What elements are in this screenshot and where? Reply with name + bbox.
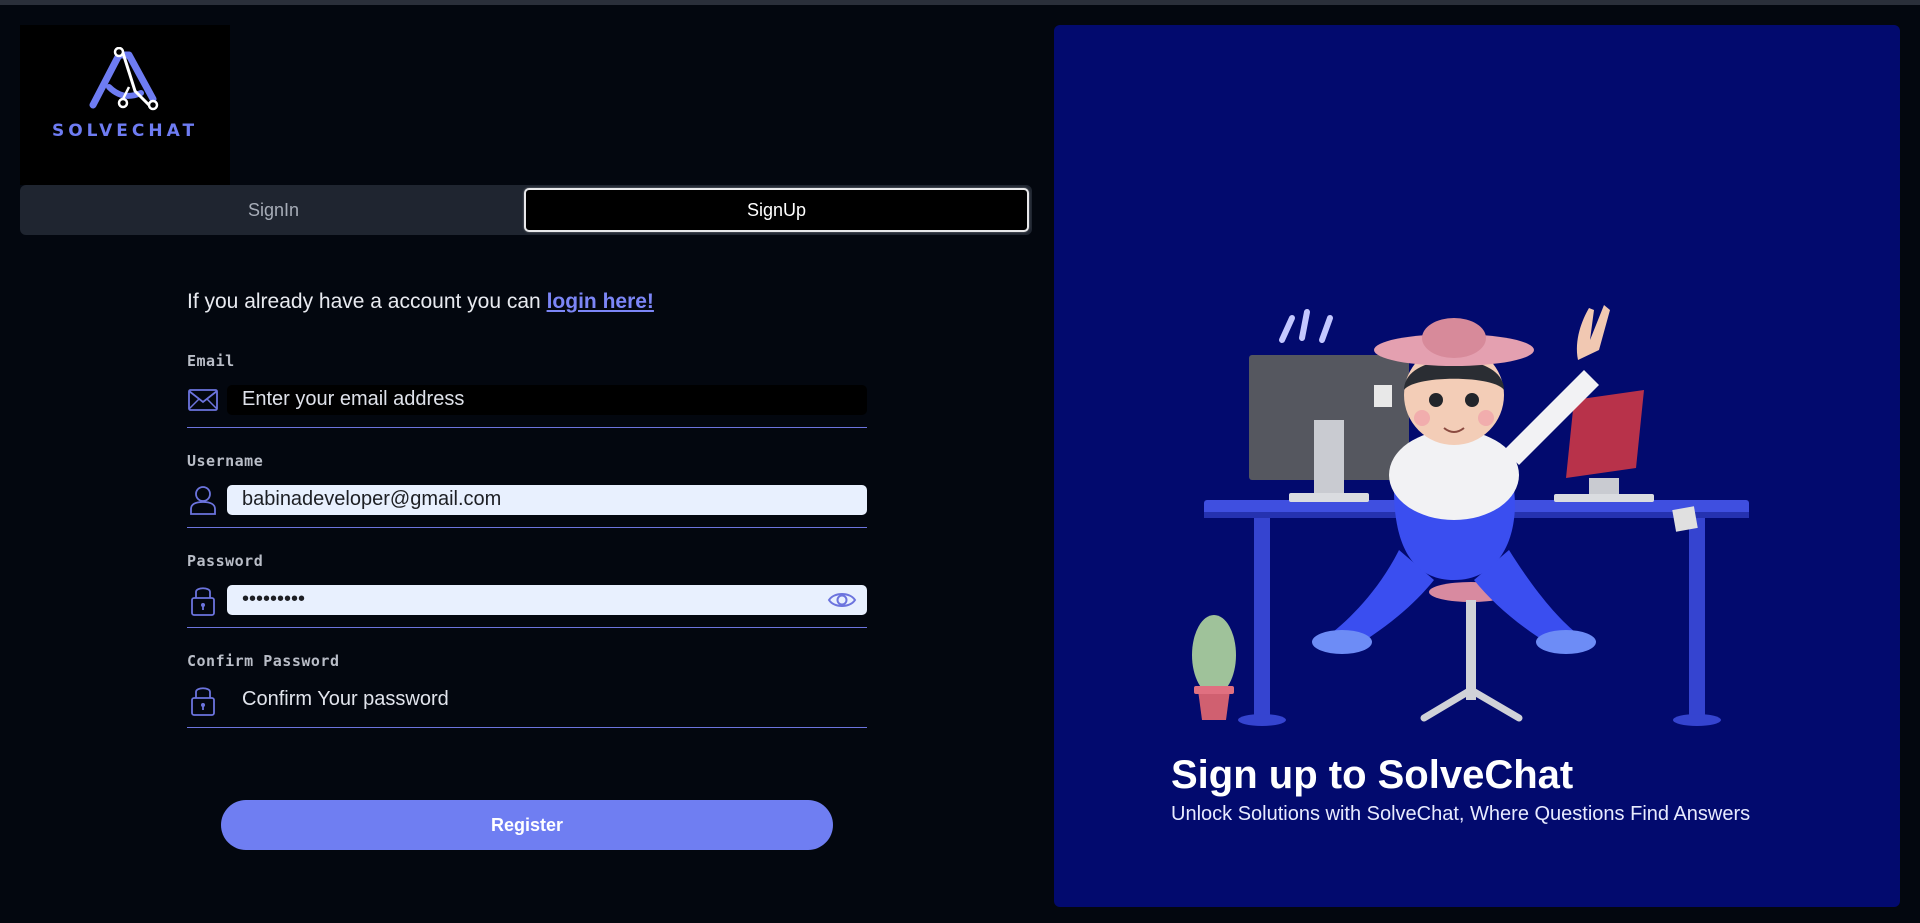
email-field-group: Email Enter your email address bbox=[187, 352, 867, 428]
email-row: Enter your email address bbox=[187, 380, 867, 428]
password-field-group: Password ••••••••• bbox=[187, 552, 867, 628]
logo-text: SOLVECHAT bbox=[51, 121, 199, 141]
hero-panel: Sign up to SolveChat Unlock Solutions wi… bbox=[1054, 25, 1900, 907]
eye-icon[interactable] bbox=[827, 588, 857, 618]
person-at-desk-illustration bbox=[1192, 305, 1749, 726]
login-here-link[interactable]: login here! bbox=[547, 290, 654, 313]
tab-signup[interactable]: SignUp bbox=[524, 188, 1029, 232]
lock-icon bbox=[187, 584, 219, 616]
username-row: babinadeveloper@gmail.com bbox=[187, 480, 867, 528]
hero-title: Sign up to SolveChat bbox=[1171, 753, 1574, 797]
username-input[interactable]: babinadeveloper@gmail.com bbox=[227, 484, 867, 515]
email-label: Email bbox=[187, 352, 235, 370]
user-icon bbox=[187, 484, 219, 516]
solvechat-logo: SOLVECHAT bbox=[20, 25, 230, 185]
browser-top-bar bbox=[0, 0, 1920, 5]
hero-subtitle: Unlock Solutions with SolveChat, Where Q… bbox=[1171, 803, 1751, 825]
confirm-password-label: Confirm Password bbox=[187, 652, 340, 670]
password-input[interactable]: ••••••••• bbox=[227, 584, 867, 618]
tab-signin[interactable]: SignIn bbox=[23, 188, 524, 232]
login-prompt-text: If you already have a account you can bbox=[187, 290, 547, 313]
password-row: ••••••••• bbox=[187, 580, 867, 628]
logo-mark-icon bbox=[89, 47, 159, 111]
lock-icon bbox=[187, 684, 219, 716]
password-label: Password bbox=[187, 552, 264, 570]
auth-tabs: SignIn SignUp bbox=[20, 185, 1032, 235]
email-input[interactable]: Enter your email address bbox=[227, 384, 867, 415]
confirm-password-field-group: Confirm Password Confirm Your password bbox=[187, 652, 867, 728]
username-field-group: Username babinadeveloper@gmail.com bbox=[187, 452, 867, 528]
confirm-password-input[interactable]: Confirm Your password bbox=[227, 685, 867, 715]
signup-form: If you already have a account you can lo… bbox=[187, 290, 867, 728]
mail-icon bbox=[187, 384, 219, 416]
username-label: Username bbox=[187, 452, 264, 470]
login-prompt: If you already have a account you can lo… bbox=[187, 290, 867, 314]
confirm-password-row: Confirm Your password bbox=[187, 680, 867, 728]
register-button[interactable]: Register bbox=[221, 800, 833, 850]
password-value: ••••••••• bbox=[242, 588, 306, 610]
